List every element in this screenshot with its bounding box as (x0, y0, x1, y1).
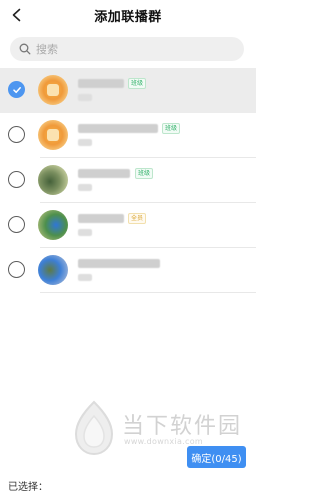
group-count-blurred (78, 139, 92, 146)
checked-checkbox[interactable] (8, 81, 25, 98)
group-name-blurred (78, 169, 130, 178)
group-name-blurred (78, 124, 158, 133)
group-count-blurred (78, 274, 92, 281)
page-title: 添加联播群 (94, 9, 162, 25)
avatar (38, 120, 68, 150)
avatar (38, 75, 68, 105)
group-tag: 班级 (162, 123, 181, 134)
list-item[interactable]: 全员 (0, 203, 256, 248)
group-count-blurred (78, 229, 92, 236)
checkbox[interactable] (8, 171, 25, 188)
checkbox[interactable] (8, 261, 25, 278)
avatar (38, 210, 68, 240)
checkmark-icon (12, 86, 21, 93)
chevron-left-icon (12, 8, 21, 22)
bottom-bar: 已选择： (0, 468, 256, 500)
group-tag: 班级 (128, 78, 147, 89)
group-tag: 班级 (135, 168, 154, 179)
search-input[interactable] (36, 42, 226, 56)
watermark-brand: 当下软件园 (122, 414, 243, 439)
confirm-button[interactable]: 确定(0/45) (187, 446, 246, 468)
group-count-blurred (78, 184, 92, 191)
group-count-blurred (78, 94, 92, 101)
group-list: 班级 班级 班级 全员 (0, 68, 256, 293)
avatar (38, 165, 68, 195)
header: 添加联播群 (0, 0, 256, 30)
group-name-blurred (78, 259, 160, 268)
list-item[interactable] (0, 248, 256, 293)
checkbox[interactable] (8, 216, 25, 233)
watermark-logo-icon (74, 400, 114, 456)
avatar (38, 255, 68, 285)
selected-label: 已选择： (8, 482, 48, 493)
back-button[interactable] (6, 4, 28, 26)
checkbox[interactable] (8, 126, 25, 143)
group-name-blurred (78, 214, 124, 223)
add-broadcast-group-screen: 添加联播群 班级 (0, 0, 256, 500)
list-item[interactable]: 班级 (0, 68, 256, 113)
watermark-url: www.downxia.com (124, 437, 204, 446)
group-tag: 全员 (128, 213, 147, 224)
search-bar[interactable] (10, 37, 244, 61)
row-divider (40, 292, 256, 293)
list-item[interactable]: 班级 (0, 113, 256, 158)
group-name-blurred (78, 79, 124, 88)
search-icon (18, 42, 32, 56)
list-item[interactable]: 班级 (0, 158, 256, 203)
